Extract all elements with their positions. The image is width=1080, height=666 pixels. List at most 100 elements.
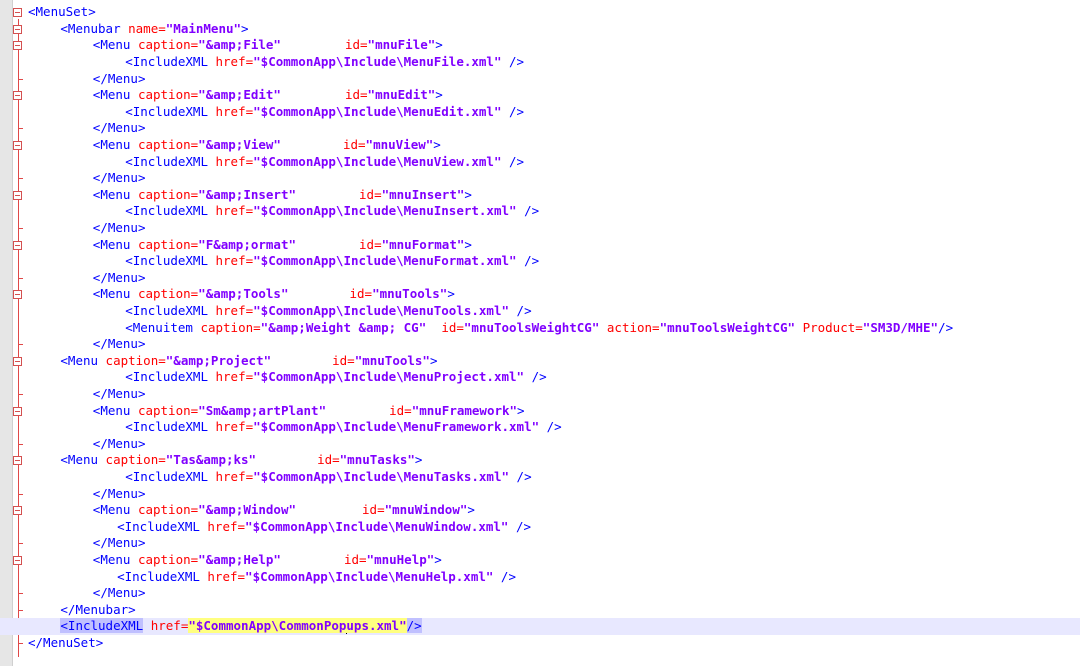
tag-token: <Menu xyxy=(92,87,138,103)
fold-minus-icon[interactable] xyxy=(13,290,22,300)
val-token: "$CommonApp\Include\MenuWindow.xml" xyxy=(245,518,509,534)
val-token: "mnuToolsWeightCG" xyxy=(463,319,600,335)
code-line[interactable]: <IncludeXML href="$CommonApp\Include\Men… xyxy=(0,203,1080,220)
attr-token: id= xyxy=(344,87,368,103)
code-line[interactable]: <IncludeXML href="$CommonApp\Include\Men… xyxy=(0,569,1080,586)
fold-minus-icon[interactable] xyxy=(13,24,22,34)
code-line[interactable]: <IncludeXML href="$CommonApp\Include\Men… xyxy=(0,154,1080,171)
code-text: <IncludeXML href="$CommonApp\Include\Men… xyxy=(125,253,539,270)
attr-token: id= xyxy=(359,236,382,252)
fold-minus-icon[interactable] xyxy=(13,406,22,416)
code-text: <IncludeXML href="$CommonApp\Include\Men… xyxy=(125,469,531,486)
attr-token: caption= xyxy=(137,87,199,103)
code-line[interactable]: <IncludeXML href="$CommonApp\Include\Men… xyxy=(0,303,1080,320)
code-line[interactable]: <Menu caption="Tas&amp;ks" id="mnuTasks"… xyxy=(0,452,1080,469)
attr-token: caption= xyxy=(137,236,199,252)
code-line[interactable]: </Menu> xyxy=(0,535,1080,552)
code-line[interactable]: <Menubar name="MainMenu"> xyxy=(0,21,1080,38)
fold-minus-icon[interactable] xyxy=(13,456,22,466)
val-token: "&amp;Weight &amp; CG" xyxy=(260,319,427,335)
code-line[interactable]: <IncludeXML href="$CommonApp\Include\Men… xyxy=(0,519,1080,536)
code-line[interactable]: <Menu caption="&amp;File" id="mnuFile"> xyxy=(0,37,1080,54)
tag-token: /> xyxy=(516,203,540,219)
code-text: </Menubar> xyxy=(60,602,135,619)
code-line[interactable]: <Menu caption="F&amp;ormat" id="mnuForma… xyxy=(0,237,1080,254)
fold-minus-icon[interactable] xyxy=(13,8,22,18)
code-line[interactable]: <IncludeXML href="$CommonApp\Include\Men… xyxy=(0,104,1080,121)
fold-minus-icon[interactable] xyxy=(13,240,22,250)
code-line[interactable]: </Menubar> xyxy=(0,602,1080,619)
code-line[interactable]: </Menu> xyxy=(0,336,1080,353)
code-text: </MenuSet> xyxy=(28,635,103,652)
code-text: <Menu caption="&amp;File" id="mnuFile"> xyxy=(93,37,443,54)
attr-token: href= xyxy=(207,518,246,534)
code-text: <IncludeXML href="$CommonApp\Include\Men… xyxy=(125,203,539,220)
tag-token: <IncludeXML xyxy=(125,419,216,435)
val-token: "Tas&amp;ks" xyxy=(165,452,257,468)
xml-editor[interactable]: <MenuSet> <Menubar name="MainMenu"> <Menu … xyxy=(0,0,1080,666)
fold-minus-icon[interactable] xyxy=(13,41,22,51)
code-line[interactable]: </Menu> xyxy=(0,220,1080,237)
attr-token: caption= xyxy=(137,552,199,567)
code-line[interactable]: </Menu> xyxy=(0,71,1080,88)
code-text: </Menu> xyxy=(93,270,146,287)
tag-token: > xyxy=(517,402,525,418)
fold-minus-icon[interactable] xyxy=(13,190,22,200)
code-text: </Menu> xyxy=(93,486,146,503)
code-line[interactable]: </Menu> xyxy=(0,270,1080,287)
code-line[interactable]: </Menu> xyxy=(0,585,1080,602)
code-line[interactable]: <Menu caption="&amp;Insert" id="mnuInser… xyxy=(0,187,1080,204)
code-line[interactable]: </Menu> xyxy=(0,386,1080,403)
tag-token: <Menu xyxy=(60,352,106,368)
tag-token: <IncludeXML xyxy=(125,253,216,269)
code-line[interactable]: <Menu caption="&amp;Tools" id="mnuTools"… xyxy=(0,286,1080,303)
tag-token: <IncludeXML xyxy=(125,203,216,219)
code-line[interactable]: </Menu> xyxy=(0,170,1080,187)
val-token: "$CommonApp\Include\MenuView.xml" xyxy=(253,153,502,169)
fold-end-marker xyxy=(18,228,23,229)
code-line[interactable]: <MenuSet> xyxy=(0,4,1080,21)
fold-minus-icon[interactable] xyxy=(13,141,22,150)
attr-token: id= xyxy=(343,552,367,567)
val-token: "&amp;Insert" xyxy=(198,186,297,202)
code-line[interactable]: <Menu caption="&amp;Help" id="mnuHelp"> xyxy=(0,552,1080,569)
code-line[interactable]: <IncludeXML href="$CommonApp\Include\Men… xyxy=(0,253,1080,270)
tag-token: </Menu> xyxy=(92,535,146,551)
attr-token: id= xyxy=(441,319,464,335)
attr-token: caption= xyxy=(137,186,199,202)
code-line[interactable]: </Menu> xyxy=(0,436,1080,453)
attr-token: href= xyxy=(215,369,254,385)
fold-end-marker xyxy=(18,394,23,395)
tag-token: </Menu> xyxy=(92,336,146,352)
code-text: <MenuSet> xyxy=(28,4,96,21)
code-text: <Menu caption="&amp;Insert" id="mnuInser… xyxy=(93,187,472,204)
code-line[interactable]: </Menu> xyxy=(0,486,1080,503)
code-line[interactable]: <Menu caption="Sm&amp;artPlant" id="mnuF… xyxy=(0,403,1080,420)
code-line-current[interactable]: <IncludeXML href="$CommonApp\CommonPopup… xyxy=(0,618,1080,635)
tag-token: > xyxy=(433,137,441,152)
code-line[interactable]: <Menu caption="&amp;Edit" id="mnuEdit"> xyxy=(0,87,1080,104)
tag-token: /> xyxy=(524,369,547,385)
fold-minus-icon[interactable] xyxy=(13,556,22,565)
fold-minus-icon[interactable] xyxy=(13,91,22,101)
code-text: <Menu caption="Tas&amp;ks" id="mnuTasks"… xyxy=(60,452,422,469)
code-line[interactable]: <Menu caption="&amp;View" id="mnuView"> xyxy=(0,137,1080,154)
tag-token: /> xyxy=(509,469,532,484)
code-line[interactable]: </MenuSet> xyxy=(0,635,1080,652)
attr-token: href= xyxy=(207,568,246,584)
fold-minus-icon[interactable] xyxy=(13,356,22,366)
attr-token: href= xyxy=(150,618,189,634)
tag-token: <Menu xyxy=(92,236,138,252)
code-line[interactable]: <Menuitem caption="&amp;Weight &amp; CG"… xyxy=(0,320,1080,337)
tag-token: </Menu> xyxy=(92,386,146,401)
code-line[interactable]: <IncludeXML href="$CommonApp\Include\Men… xyxy=(0,369,1080,386)
code-line[interactable]: <IncludeXML href="$CommonApp\Include\Men… xyxy=(0,419,1080,436)
code-line[interactable]: </Menu> xyxy=(0,120,1080,137)
code-text: <IncludeXML href="$CommonApp\Include\Men… xyxy=(125,104,524,121)
tag-token: /> xyxy=(406,618,422,634)
code-line[interactable]: <IncludeXML href="$CommonApp\Include\Men… xyxy=(0,469,1080,486)
code-line[interactable]: <Menu caption="&amp;Project" id="mnuTool… xyxy=(0,353,1080,370)
code-line[interactable]: <Menu caption="&amp;Window" id="mnuWindo… xyxy=(0,502,1080,519)
code-line[interactable]: <IncludeXML href="$CommonApp\Include\Men… xyxy=(0,54,1080,71)
fold-minus-icon[interactable] xyxy=(13,506,22,516)
